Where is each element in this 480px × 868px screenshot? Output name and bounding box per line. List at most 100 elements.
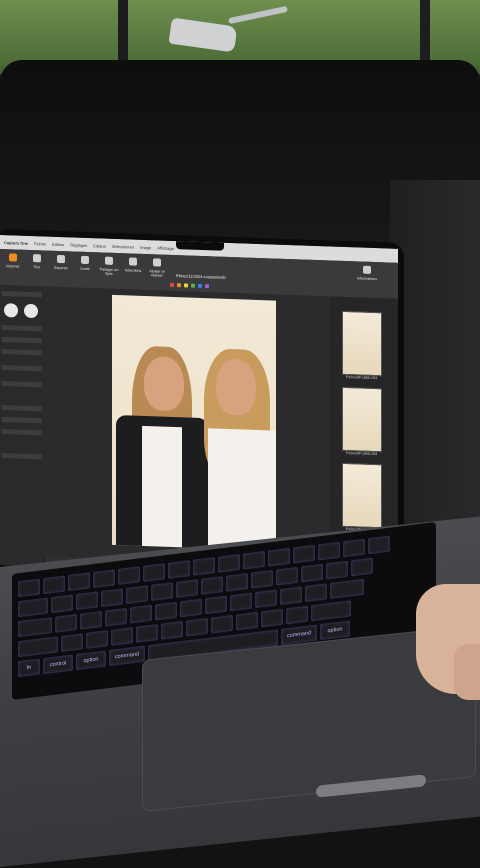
key[interactable] (251, 569, 273, 589)
key[interactable] (80, 610, 102, 630)
key[interactable] (318, 541, 340, 561)
thumbnail[interactable] (342, 310, 382, 377)
command-key[interactable]: command (109, 645, 145, 667)
thumbnail[interactable] (342, 462, 382, 529)
key[interactable] (43, 575, 65, 595)
key[interactable] (161, 621, 183, 640)
key[interactable] (143, 563, 165, 582)
key[interactable] (368, 535, 390, 555)
menu-item[interactable]: Réglages (70, 242, 87, 248)
key[interactable] (343, 538, 365, 558)
color-tag[interactable] (184, 283, 188, 288)
key[interactable] (205, 595, 227, 615)
thumbnail[interactable] (342, 386, 382, 453)
tool-row[interactable] (2, 429, 42, 436)
option-key[interactable]: option (76, 650, 106, 671)
color-tag[interactable] (170, 282, 174, 288)
key[interactable] (18, 578, 40, 598)
key[interactable] (180, 598, 202, 618)
tool-row[interactable] (2, 405, 42, 412)
key[interactable] (151, 582, 173, 601)
key[interactable] (201, 576, 223, 595)
key[interactable] (236, 611, 258, 631)
tool-row[interactable] (2, 365, 42, 372)
key[interactable] (276, 566, 298, 586)
key[interactable] (61, 633, 83, 652)
tool-row[interactable] (2, 417, 42, 424)
color-wheel-knob[interactable] (4, 303, 18, 318)
adjust-button[interactable]: Ajuster et réaliser (146, 258, 168, 278)
key[interactable] (55, 614, 77, 633)
selections-button[interactable]: Sélections (122, 257, 144, 273)
menu-item[interactable]: Calque (93, 243, 106, 248)
key[interactable] (226, 573, 248, 592)
key[interactable] (268, 547, 290, 567)
key[interactable] (105, 607, 127, 627)
tool-row[interactable] (2, 381, 42, 388)
key[interactable] (351, 557, 373, 577)
color-tag[interactable] (177, 283, 181, 288)
key[interactable] (286, 605, 308, 625)
key[interactable] (18, 597, 48, 618)
info-button[interactable]: Informations (356, 265, 378, 281)
key[interactable] (193, 557, 215, 576)
key[interactable] (168, 560, 190, 579)
face (144, 355, 184, 412)
tool-row[interactable] (2, 291, 42, 298)
menu-item[interactable]: Fichier (34, 241, 46, 246)
key[interactable] (68, 572, 90, 592)
key[interactable] (18, 617, 52, 638)
tool-row[interactable] (2, 349, 42, 356)
color-tag[interactable] (191, 283, 195, 288)
output-button[interactable]: Sortie (74, 255, 96, 272)
key[interactable] (126, 585, 148, 605)
key[interactable] (218, 554, 240, 573)
key[interactable] (111, 627, 133, 646)
image-viewer[interactable]: P1SmallP-1669.CR3 (44, 286, 330, 567)
option-key[interactable]: option (320, 620, 350, 641)
control-key[interactable]: control (43, 654, 73, 675)
key[interactable] (211, 614, 233, 634)
share-button[interactable]: Partager en ligne (98, 256, 120, 276)
key[interactable] (243, 550, 265, 570)
key[interactable] (280, 586, 302, 606)
import-button[interactable]: Importer (2, 253, 24, 269)
key[interactable] (305, 583, 327, 603)
fn-key[interactable]: fn (18, 658, 40, 678)
menu-app-name[interactable]: Capture One (4, 240, 28, 246)
key[interactable] (93, 569, 115, 589)
tool-row[interactable] (2, 453, 42, 460)
key[interactable] (136, 624, 158, 643)
key[interactable] (51, 594, 73, 614)
menu-item[interactable]: Sélectionner (112, 243, 134, 249)
key[interactable] (76, 591, 98, 611)
menu-item[interactable]: Édition (52, 241, 64, 246)
portrait-photo[interactable] (112, 294, 276, 551)
key[interactable] (301, 563, 323, 583)
menu-item[interactable]: Image (140, 244, 151, 249)
key[interactable] (230, 592, 252, 612)
tool-row[interactable] (2, 325, 42, 332)
tool-row[interactable] (2, 337, 42, 344)
export-button[interactable]: Exporter (50, 254, 72, 271)
key[interactable] (101, 588, 123, 608)
key[interactable] (155, 601, 177, 621)
key[interactable] (261, 608, 283, 628)
key[interactable] (18, 636, 58, 658)
menu-item[interactable]: Affichage (157, 245, 174, 251)
key[interactable] (118, 566, 140, 585)
tether-button[interactable]: Tirer (26, 254, 48, 270)
key[interactable] (130, 604, 152, 624)
color-tag-row[interactable] (170, 282, 209, 289)
color-tag[interactable] (198, 283, 202, 288)
key[interactable] (255, 589, 277, 609)
key[interactable] (186, 617, 208, 637)
key[interactable] (311, 600, 351, 622)
color-wheel-knob[interactable] (24, 303, 38, 319)
key[interactable] (86, 630, 108, 649)
key[interactable] (330, 578, 364, 599)
key[interactable] (293, 544, 315, 564)
key[interactable] (326, 560, 348, 580)
color-tag[interactable] (205, 284, 209, 289)
key[interactable] (176, 579, 198, 598)
